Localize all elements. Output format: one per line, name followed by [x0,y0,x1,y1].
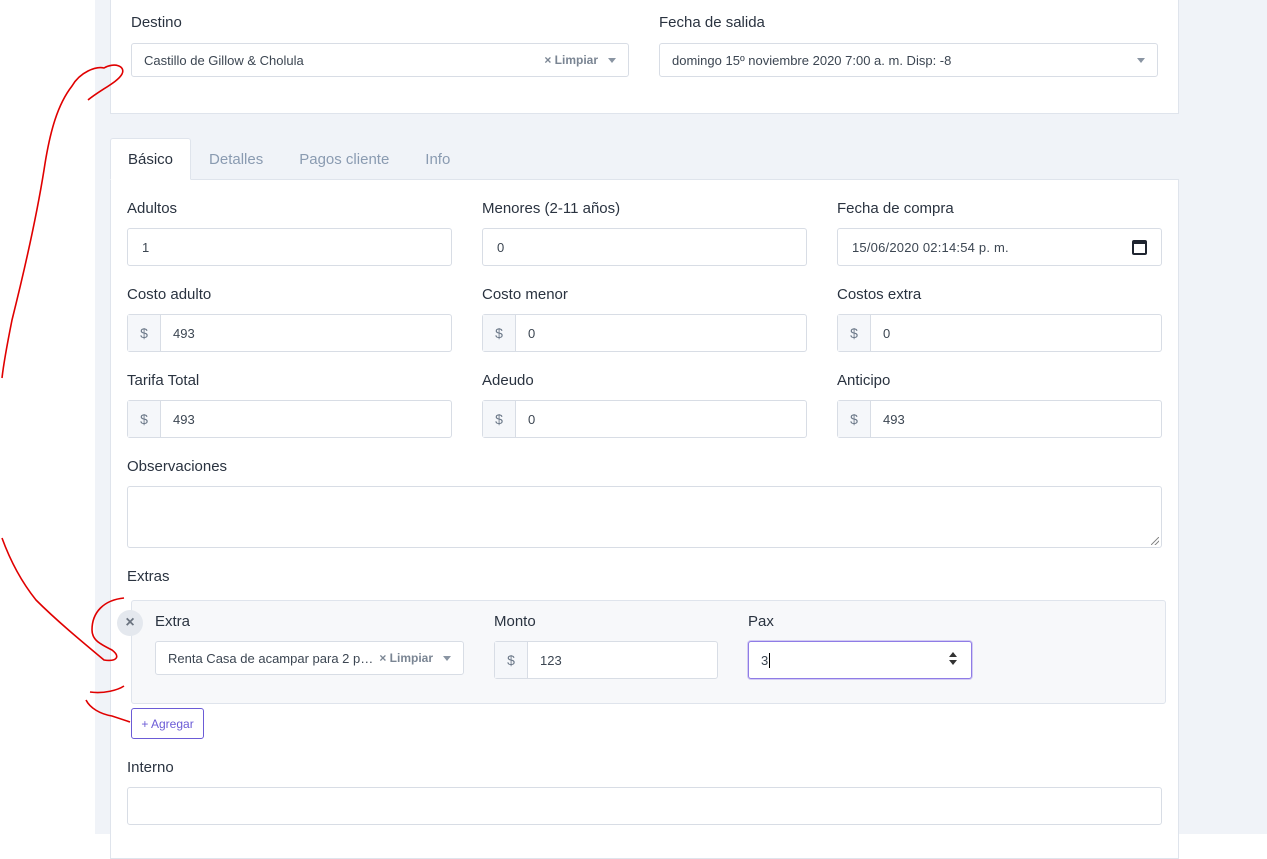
tab-info[interactable]: Info [407,138,468,180]
currency-symbol: $ [128,401,161,437]
monto-field[interactable]: $ 123 [494,641,718,679]
chevron-down-icon [1137,57,1145,63]
pax-value: 3 [761,652,769,668]
fecha-salida-select[interactable]: domingo 15º noviembre 2020 7:00 a. m. Di… [659,43,1158,77]
currency-symbol: $ [128,315,161,351]
fecha-salida-selected-value: domingo 15º noviembre 2020 7:00 a. m. Di… [672,52,952,68]
fecha-compra-input[interactable]: 15/06/2020 02:14:54 p. m. [837,228,1162,266]
costos-extra-label: Costos extra [837,286,922,303]
fecha-compra-label: Fecha de compra [837,200,954,217]
costo-menor-input[interactable]: 0 [516,315,806,351]
remove-extra-button[interactable]: × [117,610,143,636]
costo-adulto-input[interactable]: 493 [161,315,451,351]
costos-extra-field[interactable]: $ 0 [837,314,1162,352]
interno-input[interactable] [127,787,1162,825]
extra-selected-value: Renta Casa de acampar para 2 p… [168,650,374,666]
anticipo-label: Anticipo [837,372,891,389]
currency-symbol: $ [483,401,516,437]
tarifa-total-field[interactable]: $ 493 [127,400,452,438]
chevron-down-icon [608,57,616,63]
tab-pagos-cliente[interactable]: Pagos cliente [281,138,407,180]
costo-menor-field[interactable]: $ 0 [482,314,807,352]
tab-detalles[interactable]: Detalles [191,138,281,180]
monto-label: Monto [494,613,536,630]
destino-select[interactable]: Castillo de Gillow & Cholula × Limpiar [131,43,629,77]
destino-label: Destino [131,14,182,31]
tab-basico[interactable]: Básico [110,138,192,180]
observaciones-label: Observaciones [127,458,228,475]
extras-label: Extras [127,568,170,585]
extra-clear-button[interactable]: × Limpiar [379,651,433,665]
adeudo-input[interactable]: 0 [516,401,806,437]
adultos-input[interactable]: 1 [127,228,452,266]
fecha-salida-label: Fecha de salida [659,14,765,31]
adeudo-label: Adeudo [482,372,534,389]
calendar-icon[interactable] [1132,239,1147,255]
anticipo-input[interactable]: 493 [871,401,1161,437]
costo-adulto-field[interactable]: $ 493 [127,314,452,352]
anticipo-field[interactable]: $ 493 [837,400,1162,438]
adultos-label: Adultos [127,200,178,217]
tab-bar: Básico Detalles Pagos cliente Info [110,138,468,180]
observaciones-textarea[interactable] [127,486,1162,548]
currency-symbol: $ [838,401,871,437]
currency-symbol: $ [495,642,528,678]
text-cursor [769,652,771,668]
adeudo-field[interactable]: $ 0 [482,400,807,438]
destino-selected-value: Castillo de Gillow & Cholula [144,52,304,68]
fecha-compra-value: 15/06/2020 02:14:54 p. m. [852,239,1009,255]
resize-handle-icon[interactable] [1151,537,1159,545]
chevron-down-icon [443,655,451,661]
pax-input[interactable]: 3 [748,641,972,679]
destino-clear-button[interactable]: × Limpiar [544,53,598,67]
currency-symbol: $ [483,315,516,351]
costo-adulto-label: Costo adulto [127,286,212,303]
menores-label: Menores (2-11 años) [482,200,621,217]
interno-label: Interno [127,759,174,776]
monto-input[interactable]: 123 [528,642,717,678]
tarifa-total-input[interactable]: 493 [161,401,451,437]
currency-symbol: $ [838,315,871,351]
number-spinner-icon[interactable] [949,652,957,668]
costos-extra-input[interactable]: 0 [871,315,1161,351]
extra-select[interactable]: Renta Casa de acampar para 2 p… × Limpia… [155,641,464,675]
costo-menor-label: Costo menor [482,286,568,303]
menores-input[interactable]: 0 [482,228,807,266]
tarifa-total-label: Tarifa Total [127,372,200,389]
extra-label: Extra [155,613,191,630]
pax-label: Pax [748,613,774,630]
add-extra-button[interactable]: + Agregar [131,708,204,739]
